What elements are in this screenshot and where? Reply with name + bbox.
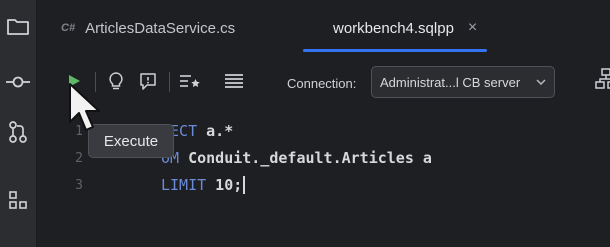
editor-tabs: C# ArticlesDataService.cs workbench4.sql…: [37, 0, 610, 52]
favorites-button[interactable]: [177, 68, 203, 94]
toolbar-divider: [169, 72, 170, 92]
pull-request-icon[interactable]: [6, 120, 30, 144]
code-line: 2 OM Conduit._default.Articles a: [37, 145, 432, 171]
menu-icon: [225, 74, 243, 88]
code-rest: 10;: [206, 175, 243, 194]
schema-icon[interactable]: [595, 68, 610, 92]
keyword: LIMIT: [161, 175, 207, 194]
code-text: OM Conduit._default.Articles a: [161, 149, 432, 167]
structure-icon[interactable]: [6, 188, 30, 212]
favorites-icon: [180, 75, 200, 87]
activity-bar: [0, 0, 37, 247]
explain-icon: [140, 73, 156, 90]
csharp-file-icon: C#: [61, 22, 76, 34]
menu-button[interactable]: [221, 68, 247, 94]
connection-select[interactable]: Administrat...l CB server: [371, 66, 555, 98]
code-line: 3 LIMIT 10;: [37, 172, 246, 198]
tab-workbench4[interactable]: workbench4.sqlpp ×: [303, 8, 488, 52]
line-number: 3: [75, 177, 83, 193]
close-icon[interactable]: ×: [468, 19, 477, 37]
lightbulb-icon: [109, 72, 123, 90]
tab-label: workbench4.sqlpp: [333, 19, 454, 37]
query-toolbar: Connection: Administrat...l CB server: [37, 52, 610, 118]
explain-button[interactable]: [135, 68, 161, 94]
connection-value: Administrat...l CB server: [380, 74, 521, 90]
tab-articles-data-service[interactable]: C# ArticlesDataService.cs: [61, 8, 235, 48]
line-number: 2: [75, 150, 83, 166]
chevron-down-icon: [536, 76, 546, 88]
code-text: LIMIT 10;: [161, 175, 246, 195]
text-caret: [243, 176, 246, 195]
folder-icon[interactable]: [6, 14, 30, 38]
mouse-cursor-icon: [68, 82, 104, 139]
code-rest: Conduit._default.Articles a: [179, 149, 432, 167]
tab-label: ArticlesDataService.cs: [85, 19, 236, 37]
lightbulb-button[interactable]: [103, 68, 129, 94]
commit-icon[interactable]: [6, 70, 30, 94]
code-rest: a.*: [197, 122, 234, 140]
connection-label: Connection:: [287, 76, 357, 91]
